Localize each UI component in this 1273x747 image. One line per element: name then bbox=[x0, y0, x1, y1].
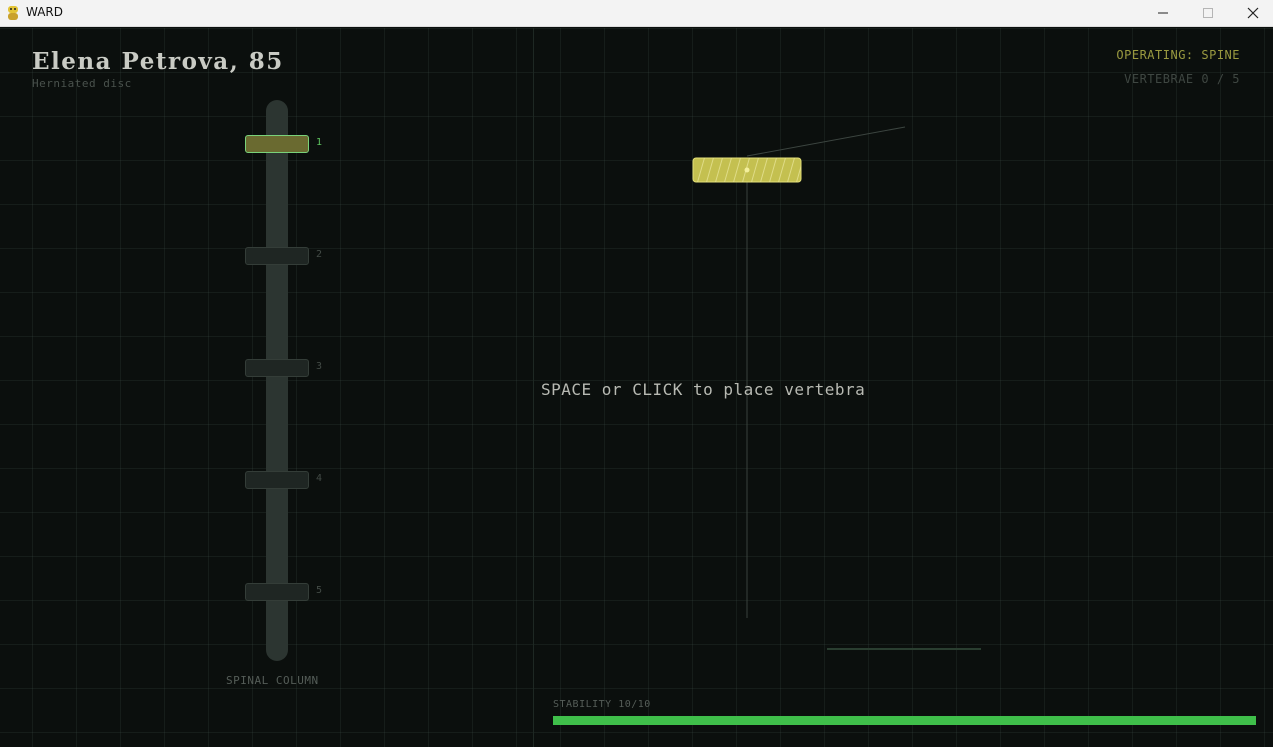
game-canvas[interactable]: Elena Petrova, 85 Herniated disc 1 2 3 4… bbox=[0, 28, 1273, 747]
maximize-button[interactable] bbox=[1185, 0, 1231, 27]
swinging-vertebra[interactable] bbox=[692, 156, 804, 184]
placement-instruction: SPACE or CLICK to place vertebra bbox=[541, 380, 866, 399]
stability-label: STABILITY 10/10 bbox=[553, 699, 651, 710]
close-icon bbox=[1247, 7, 1259, 19]
window-title: WARD bbox=[26, 5, 63, 19]
minimize-icon bbox=[1158, 12, 1168, 14]
swing-rope bbox=[746, 126, 906, 157]
stability-bar-fill bbox=[553, 716, 1256, 725]
title-bar: WARD bbox=[0, 0, 1273, 27]
close-button[interactable] bbox=[1230, 0, 1273, 27]
python-snake-icon bbox=[8, 6, 18, 20]
minimize-button[interactable] bbox=[1140, 0, 1186, 27]
landing-platform bbox=[827, 648, 981, 650]
stability-bar bbox=[553, 716, 1256, 725]
maximize-icon bbox=[1203, 8, 1213, 18]
